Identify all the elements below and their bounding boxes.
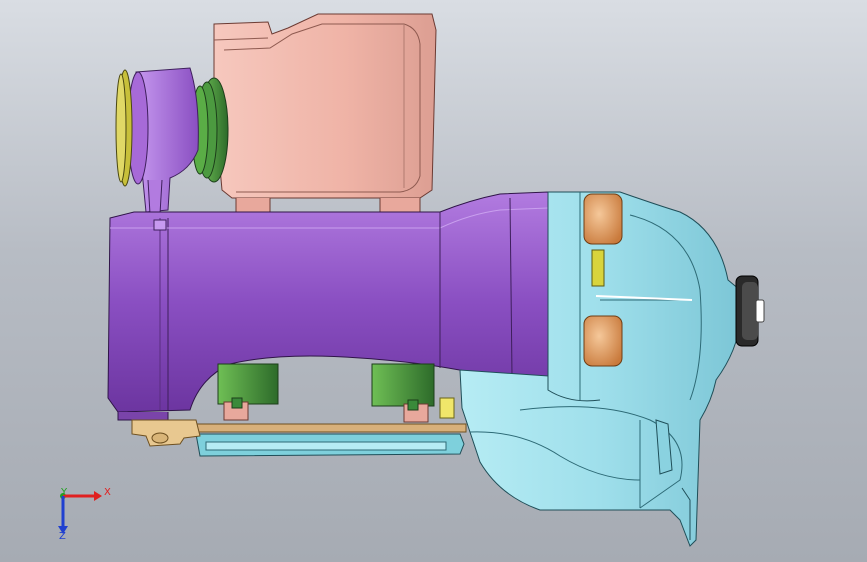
- cad-viewport[interactable]: X Y Z: [0, 0, 867, 562]
- model-view[interactable]: [0, 0, 867, 562]
- brackets-part: [217, 363, 435, 423]
- tank-part: [213, 13, 437, 215]
- knob-part: [735, 275, 765, 347]
- tray-part: [191, 423, 467, 457]
- axis-y-label: Y: [61, 487, 68, 498]
- nozzle-part: [115, 67, 199, 215]
- axis-x-label: X: [104, 487, 111, 498]
- axis-z-label: Z: [59, 531, 66, 542]
